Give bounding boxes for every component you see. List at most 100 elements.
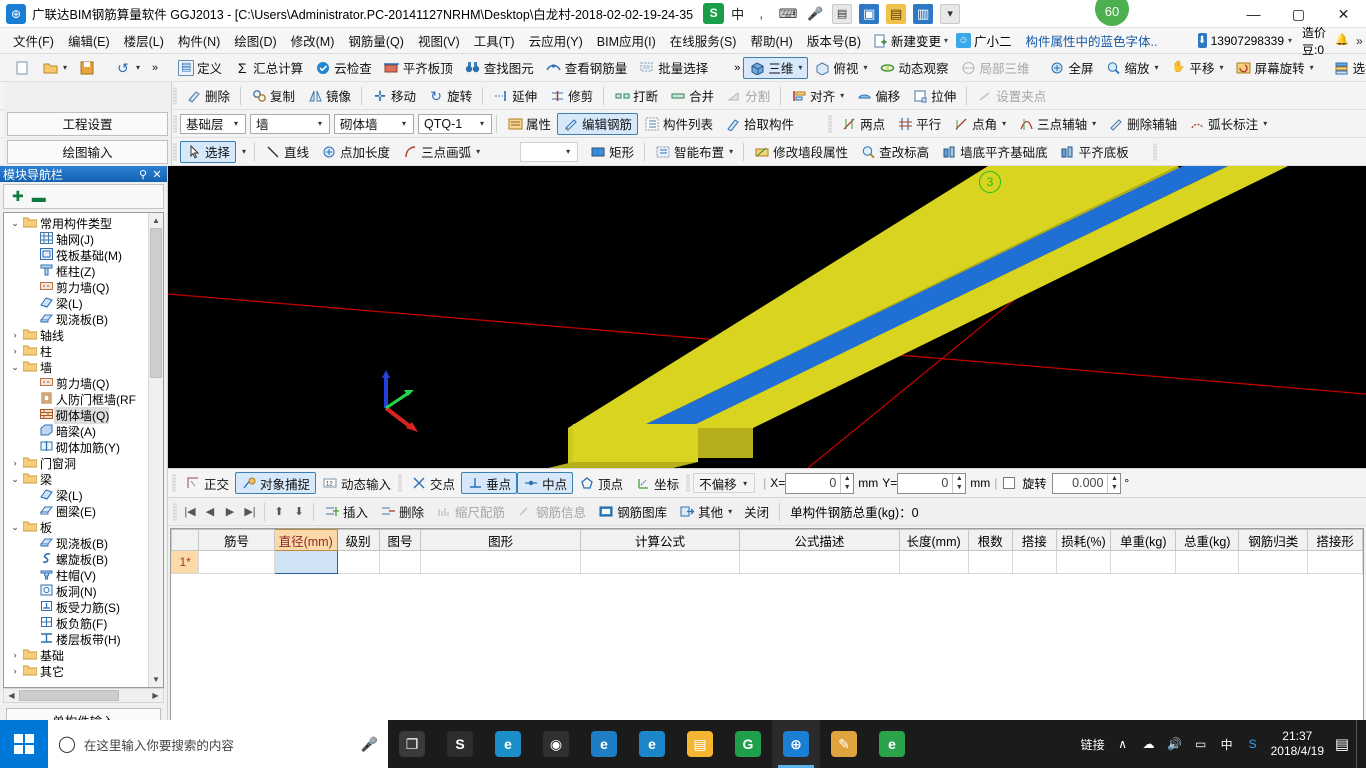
edit-rebar-button[interactable]: 编辑钢筋 [557,113,638,135]
update-badge[interactable]: 60 [1095,0,1129,26]
view-rebar-button[interactable]: 查看钢筋量 [540,57,634,79]
menu-version[interactable]: 版本号(B) [800,28,868,53]
glodon-g-icon[interactable]: G [724,720,772,768]
three-point-arc-button[interactable]: 三点画弧 ▾ [396,141,486,163]
smart-layout-button[interactable]: 智能布置 ▾ [649,141,739,163]
fullscreen-button[interactable]: 全屏 [1043,57,1099,79]
tray-network-icon[interactable]: ▭ [1193,737,1209,751]
ime-more-icon[interactable]: ▾ [940,4,960,24]
table-cell[interactable] [1176,551,1239,574]
rebar-library-button[interactable]: 钢筋图库 [592,501,673,523]
table-row[interactable]: 1* [172,551,1363,574]
taskbar-search-box[interactable]: ◯ 在这里输入你要搜索的内容 🎤 [48,720,388,768]
table-cell[interactable] [968,551,1012,574]
row-indicator[interactable]: 1* [172,551,199,574]
batch-select-button[interactable]: 批量选择 [633,57,714,79]
microphone-icon[interactable]: 🎤 [361,736,378,753]
wall-bottom-align-button[interactable]: 墙底平齐基础底 [935,141,1054,163]
drawing-canvas[interactable]: Z Y X 3 [168,166,1366,468]
chevron-down-icon[interactable]: ▾ [476,147,480,156]
intersection-snap-button[interactable]: 交点 [405,472,461,494]
move-button[interactable]: ✛ 移动 [366,85,422,107]
rotate-button[interactable]: ↻ 旋转 [422,85,478,107]
notepad-icon[interactable]: ✎ [820,720,868,768]
scroll-down-icon[interactable]: ▼ [149,672,163,687]
delete-button[interactable]: 删除 [180,85,236,107]
member-list-button[interactable]: 构件列表 [638,113,719,135]
chevron-down-icon[interactable]: ▾ [798,63,802,72]
open-file-button[interactable]: ▾ [36,57,73,79]
rebar-info-button[interactable]: 钢筋信息 [511,501,592,523]
chevron-down-icon[interactable]: ⌄ [8,474,22,485]
column-header[interactable]: 搭接形 [1308,530,1363,551]
notification-icon[interactable]: ▤ [1334,735,1350,753]
edge-legacy-icon[interactable]: e [484,720,532,768]
tree-node[interactable]: 柱帽(V) [4,567,148,583]
break-button[interactable]: 打断 [608,85,664,107]
tree-node[interactable]: 圈梁(E) [4,503,148,519]
chevron-down-icon[interactable]: ▾ [728,507,732,516]
menu-floor[interactable]: 楼层(L) [117,28,171,53]
tree-node[interactable]: ›门窗洞 [4,455,148,471]
rebar-grid[interactable]: 筋号直径(mm)级别图号图形计算公式公式描述长度(mm)根数搭接损耗(%)单重(… [170,528,1364,749]
coin-label[interactable]: 造价豆:0 [1302,24,1330,58]
table-cell[interactable] [421,551,580,574]
menu-overflow-button[interactable]: » [1350,34,1366,48]
scroll-up-icon[interactable]: ▲ [149,213,163,228]
table-cell[interactable] [1308,551,1363,574]
align-button[interactable]: 对齐 ▾ [785,85,850,107]
tree-node[interactable]: 梁(L) [4,295,148,311]
chevron-down-icon[interactable]: ⌄ [8,218,22,229]
midpoint-snap-button[interactable]: 中点 [517,472,573,494]
explorer-icon[interactable]: ▤ [676,720,724,768]
zoom-button[interactable]: 缩放 ▾ [1100,57,1165,79]
menu-draw[interactable]: 绘图(D) [227,28,283,53]
column-header[interactable]: 总重(kg) [1176,530,1239,551]
tree-node[interactable]: 人防门框墙(RF [4,391,148,407]
y-input[interactable]: 0 ▲▼ [897,473,966,494]
green-app-icon[interactable]: e [868,720,916,768]
tree-node[interactable]: 剪力墙(Q) [4,375,148,391]
download-icon[interactable]: ⬇ [1198,33,1207,48]
chevron-down-icon[interactable]: ▾ [475,119,489,128]
chevron-down-icon[interactable]: ▾ [738,479,752,488]
menu-edit[interactable]: 编辑(E) [61,28,117,53]
align-bottom-slab-button[interactable]: 平齐底板 [1054,141,1135,163]
column-header[interactable]: 长度(mm) [899,530,968,551]
pin-icon[interactable]: ⚲ [136,168,150,181]
cloud-check-button[interactable]: 云检查 [309,57,378,79]
column-header[interactable]: 搭接 [1012,530,1056,551]
chevron-right-icon[interactable]: › [8,666,22,676]
column-header[interactable]: 单重(kg) [1111,530,1176,551]
sidebar-project-settings-button[interactable]: 工程设置 [7,112,168,136]
summary-calc-button[interactable]: Σ 汇总计算 [228,57,309,79]
tree-node[interactable]: 现浇板(B) [4,535,148,551]
tree-node[interactable]: 剪力墙(Q) [4,279,148,295]
define-button[interactable]: ▤ 定义 [172,57,228,79]
scroll-right-icon[interactable]: ▶ [148,691,163,700]
column-header[interactable]: 根数 [968,530,1012,551]
top-view-button[interactable]: 俯视 ▾ [808,57,873,79]
column-header[interactable]: 级别 [337,530,379,551]
menu-member[interactable]: 构件(N) [171,28,227,53]
sidebar-draw-input-button[interactable]: 绘图输入 [7,140,168,164]
scroll-track[interactable] [149,228,163,672]
user-account-button[interactable]: ☺ 广小二 [952,29,1016,52]
toolbar-gripper[interactable] [173,87,177,105]
chevron-right-icon[interactable]: › [8,330,22,340]
rebar-table[interactable]: 筋号直径(mm)级别图号图形计算公式公式描述长度(mm)根数搭接损耗(%)单重(… [171,529,1363,574]
scroll-left-icon[interactable]: ◀ [4,691,19,700]
toolbar-overflow-2[interactable]: » [731,62,743,74]
close-rebar-panel-button[interactable]: 关闭 [738,501,775,523]
tree-node[interactable]: ⌄板 [4,519,148,535]
column-header[interactable]: 公式描述 [740,530,899,551]
three-point-axis-button[interactable]: 三点辅轴 ▾ [1012,113,1102,135]
scaled-rebar-button[interactable]: 缩尺配筋 [430,501,511,523]
member-name-combo[interactable]: QTQ-1 ▾ [418,114,492,134]
point-angle-button[interactable]: 点角 ▾ [947,113,1012,135]
insert-row-button[interactable]: 插入 [318,501,374,523]
ortho-button[interactable]: 正交 [179,472,235,494]
point-length-button[interactable]: 点加长度 [315,141,396,163]
toolbar-gripper[interactable] [173,143,177,161]
check-elevation-button[interactable]: 查改标高 [854,141,935,163]
